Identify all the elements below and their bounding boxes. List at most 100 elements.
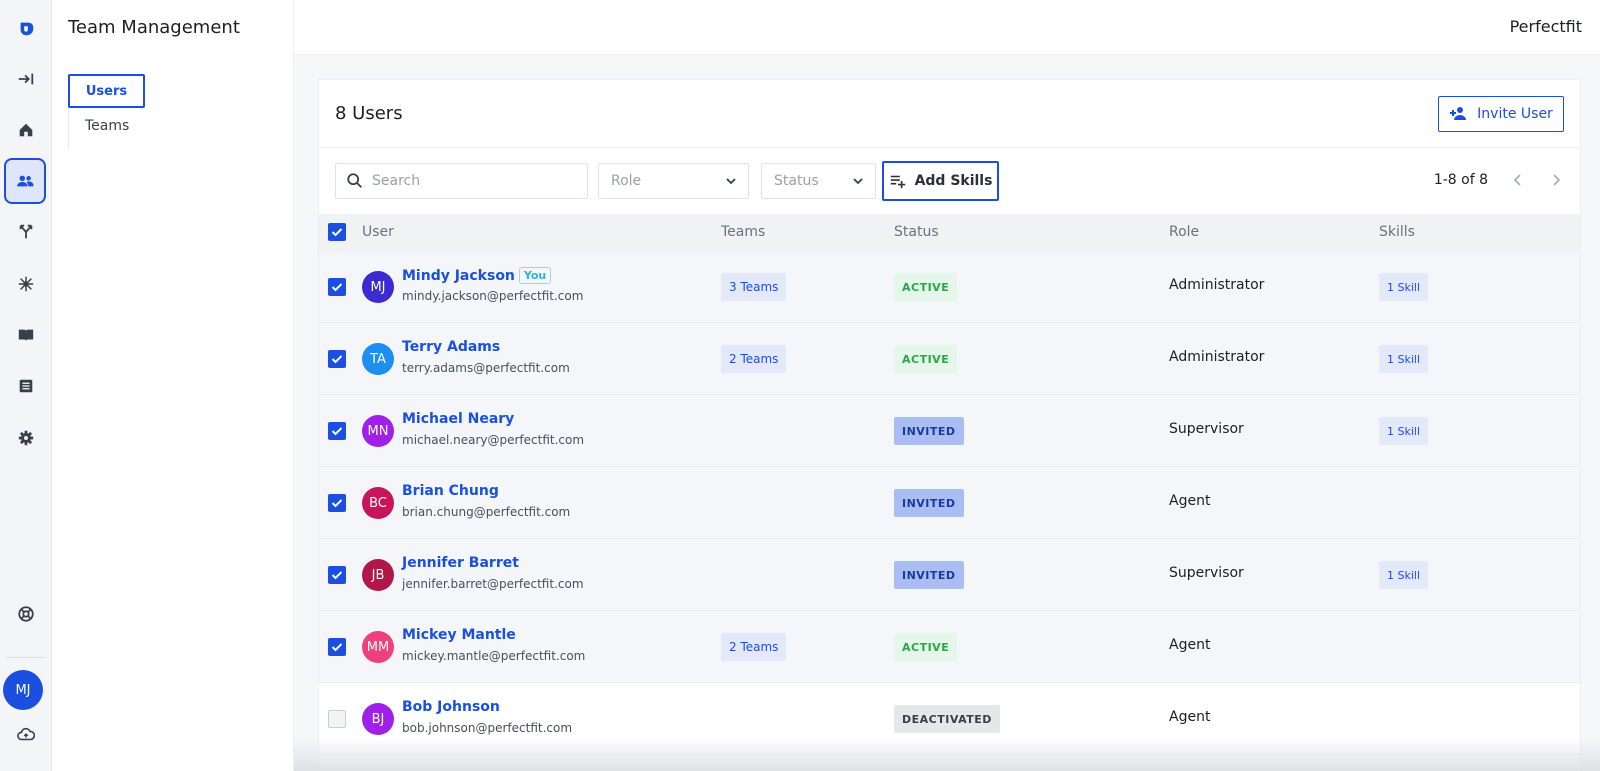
section-sidebar: Team Management Users Teams [52,0,294,771]
logo-icon[interactable] [0,8,52,48]
chevron-right-icon[interactable] [1548,172,1564,188]
user-email: jennifer.barret@perfectfit.com [402,577,584,591]
sidebar-item-users[interactable]: Users [68,74,145,108]
current-user-avatar[interactable]: MJ [3,670,43,710]
role-filter-select[interactable]: Role [598,163,749,199]
column-header-teams[interactable]: Teams [721,224,765,240]
user-name: Mickey Mantle [402,627,516,643]
table-header: User Teams Status Role Skills [319,214,1580,251]
user-name: Brian Chung [402,483,499,499]
chevron-down-icon [853,178,863,185]
user-name: Mindy Jackson [402,268,515,284]
user-role: Supervisor [1169,565,1244,581]
table-row[interactable]: JB Jennifer Barret jennifer.barret@perfe… [319,539,1580,611]
user-role: Agent [1169,709,1211,725]
invite-user-button[interactable]: Invite User [1438,96,1564,132]
teams-badge[interactable]: 3 Teams [721,273,787,301]
users-count: 8 Users [335,103,403,124]
column-header-skills[interactable]: Skills [1379,224,1415,240]
top-bar: Perfectfit [294,0,1600,55]
invite-user-label: Invite User [1477,106,1553,122]
column-header-user[interactable]: User [362,224,394,240]
help-icon[interactable] [0,594,52,634]
select-all-checkbox[interactable] [328,223,346,241]
skills-badge[interactable]: 1 Skill [1379,273,1429,301]
expand-icon[interactable] [0,59,52,99]
user-name-link[interactable]: Mindy Jackson You [402,267,552,284]
users-icon[interactable] [4,158,46,204]
user-name-link[interactable]: Bob Johnson [402,699,500,715]
user-name: Terry Adams [402,339,501,355]
check-icon [331,499,343,508]
avatar: BJ [362,703,394,735]
user-name-link[interactable]: Michael Neary [402,411,514,427]
row-checkbox[interactable] [328,566,346,584]
add-skills-button[interactable]: Add Skills [882,161,999,201]
role-filter-label: Role [611,173,642,189]
status-badge: INVITED [894,561,964,589]
user-email: mindy.jackson@perfectfit.com [402,289,584,303]
row-checkbox[interactable] [328,278,346,296]
teams-badge[interactable]: 2 Teams [721,633,787,661]
column-header-status[interactable]: Status [894,224,939,240]
skills-badge[interactable]: 1 Skill [1379,561,1429,589]
status-filter-select[interactable]: Status [761,163,876,199]
row-checkbox[interactable] [328,494,346,512]
sidebar-item-teams[interactable]: Teams [85,118,129,134]
table-row[interactable]: MN Michael Neary michael.neary@perfectfi… [319,395,1580,467]
skills-badge[interactable]: 1 Skill [1379,345,1429,373]
user-role: Administrator [1169,349,1265,365]
table-row[interactable]: MJ Mindy Jackson You mindy.jackson@perfec… [319,251,1580,323]
home-icon[interactable] [0,110,52,150]
avatar: TA [362,343,394,375]
chevron-down-icon [726,178,736,185]
user-name-link[interactable]: Brian Chung [402,483,499,499]
column-header-role[interactable]: Role [1169,224,1199,240]
user-name: Michael Neary [402,411,515,427]
status-badge: DEACTIVATED [894,705,1000,733]
avatar: MM [362,631,394,663]
check-icon [331,571,343,580]
filter-toolbar: Role Status Add Skills 1-8 of 8 [319,148,1580,214]
status-filter-label: Status [774,173,819,189]
settings-icon[interactable] [0,418,52,458]
check-icon [331,228,343,237]
avatar: MN [362,415,394,447]
check-icon [331,643,343,652]
user-role: Agent [1169,493,1211,509]
search-icon [347,173,362,188]
book-icon[interactable] [0,315,52,355]
pagination-range: 1-8 of 8 [1433,172,1488,188]
table-row[interactable]: TA Terry Adams terry.adams@perfectfit.co… [319,323,1580,395]
user-name-link[interactable]: Terry Adams [402,339,500,355]
cloud-icon[interactable] [0,715,52,755]
row-checkbox[interactable] [328,350,346,368]
card-header: 8 Users Invite User [319,80,1580,148]
user-name-link[interactable]: Jennifer Barret [402,555,519,571]
status-badge: INVITED [894,489,964,517]
chevron-left-icon[interactable] [1510,172,1526,188]
search-input[interactable] [372,173,572,189]
add-skills-label: Add Skills [914,173,993,189]
avatar: MJ [362,271,394,303]
row-checkbox[interactable] [328,422,346,440]
skills-badge[interactable]: 1 Skill [1379,417,1429,445]
avatar: BC [362,487,394,519]
row-checkbox[interactable] [328,638,346,656]
bottom-scroll-fade [294,738,1600,771]
user-email: michael.neary@perfectfit.com [402,433,585,447]
teams-badge[interactable]: 2 Teams [721,345,787,373]
person-add-icon [1450,107,1467,120]
table-row[interactable]: BC Brian Chung brian.chung@perfectfit.co… [319,467,1580,539]
icon-rail: MJ [0,0,52,771]
row-checkbox[interactable] [328,710,346,728]
main-content: 8 Users Invite User Role Status Add Skil [294,55,1600,771]
table-row[interactable]: MM Mickey Mantle mickey.mantle@perfectfi… [319,611,1580,683]
user-role: Administrator [1169,277,1265,293]
user-name-link[interactable]: Mickey Mantle [402,627,516,643]
integrations-icon[interactable] [0,264,52,304]
list-icon[interactable] [0,366,52,406]
search-box[interactable] [335,163,588,199]
user-email: brian.chung@perfectfit.com [402,505,571,519]
routing-icon[interactable] [0,212,52,252]
